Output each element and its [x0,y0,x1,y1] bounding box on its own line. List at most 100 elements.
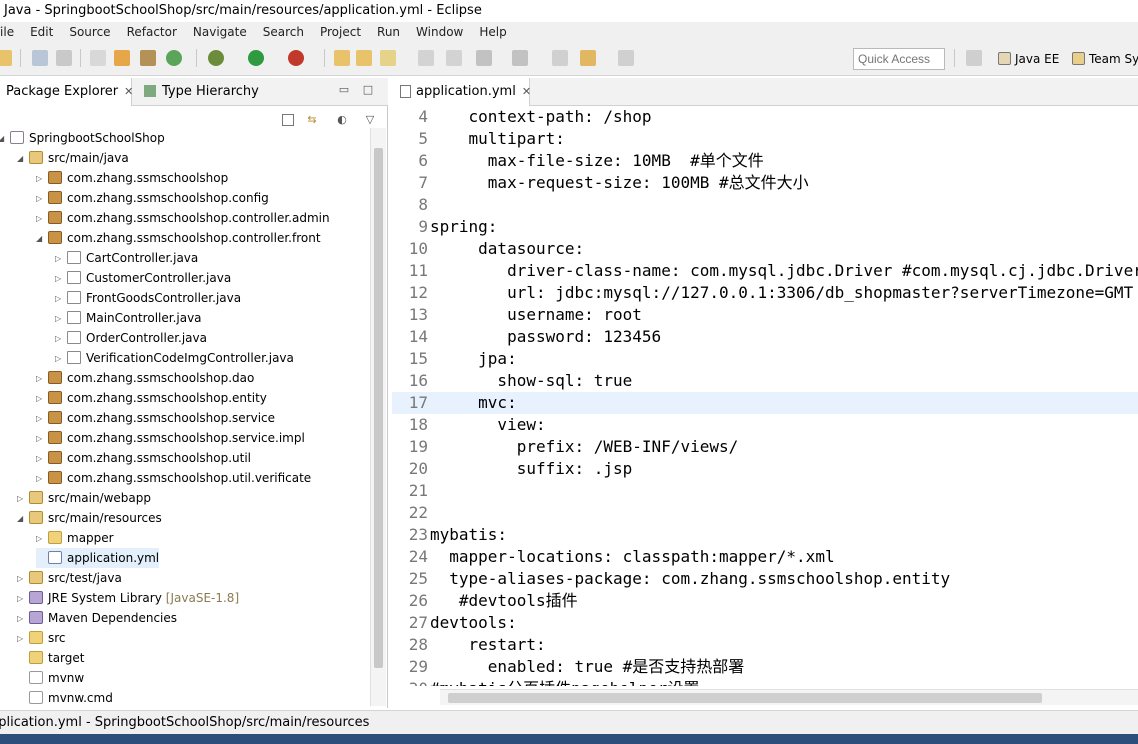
code-line[interactable]: 24 mapper-locations: classpath:mapper/*.… [392,546,1138,568]
code-line[interactable]: 25 type-aliases-package: com.zhang.ssmsc… [392,568,1138,590]
menu-project[interactable]: Project [320,22,361,42]
tree-item[interactable]: ▷ com.zhang.ssmschoolshop.service.impl [36,428,305,448]
collapsed-arrow-icon[interactable]: ▷ [36,529,48,549]
tree-item[interactable]: ◢ SpringbootSchoolShop [0,128,165,148]
tree-item[interactable]: ▷ com.zhang.ssmschoolshop.util [36,448,251,468]
code-line[interactable]: 4 context-path: /shop [392,106,1138,128]
code-line[interactable]: 29 enabled: true #是否支持热部署 [392,656,1138,678]
search-icon[interactable] [90,50,106,66]
tree-item[interactable]: ▷ com.zhang.ssmschoolshop.controller.admi… [36,208,330,228]
tree-item[interactable]: ▷ com.zhang.ssmschoolshop.dao [36,368,254,388]
collapsed-arrow-icon[interactable]: ▷ [55,249,67,269]
code-line[interactable]: 20 suffix: .jsp [392,458,1138,480]
tab-type-hierarchy[interactable]: Type Hierarchy [138,78,264,106]
code-line[interactable]: 6 max-file-size: 10MB #单个文件 [392,150,1138,172]
collapsed-arrow-icon[interactable]: ▷ [55,349,67,369]
tree-item[interactable]: mvnw.cmd [17,688,113,706]
tree-item[interactable]: ▷ src/test/java [17,568,122,588]
collapsed-arrow-icon[interactable]: ▷ [36,209,48,229]
tree-item[interactable]: ▷ com.zhang.ssmschoolshop.util.verificate [36,468,311,488]
tree-item[interactable]: application.yml [36,548,160,568]
perspective-team[interactable]: Team Sy [1072,51,1138,67]
code-line[interactable]: 23 mybatis: [392,524,1138,546]
view-menu-icon[interactable]: ▽ [364,114,376,126]
tree-item[interactable]: ▷ mapper [36,528,114,548]
server-icon[interactable] [140,50,156,66]
code-line[interactable]: 17 mvc: [392,392,1138,414]
quick-access-input[interactable] [853,48,945,70]
save-icon[interactable] [32,50,48,66]
collapsed-arrow-icon[interactable]: ▷ [17,589,29,609]
collapsed-arrow-icon[interactable]: ▷ [36,449,48,469]
maximize-icon[interactable]: □ [362,84,374,96]
code-line[interactable]: 5 multipart: [392,128,1138,150]
minimize-icon[interactable]: ▭ [338,84,350,96]
tree-item[interactable]: ▷ src/main/webapp [17,488,151,508]
collapsed-arrow-icon[interactable]: ▷ [36,189,48,209]
close-icon[interactable]: ✕ [522,85,531,98]
tree-item[interactable]: ▷ OrderController.java [55,328,207,348]
code-line[interactable]: 10 datasource: [392,238,1138,260]
collapsed-arrow-icon[interactable]: ▷ [55,289,67,309]
tree-item[interactable]: ▷ CustomerController.java [55,268,231,288]
code-line[interactable]: 22 [392,502,1138,524]
code-line[interactable]: 16 show-sql: true [392,370,1138,392]
menu-navigate[interactable]: Navigate [193,22,247,42]
menu-search[interactable]: Search [263,22,304,42]
prev-annotation-icon[interactable] [512,50,528,66]
collapsed-arrow-icon[interactable]: ▷ [17,609,29,629]
collapsed-arrow-icon[interactable]: ▷ [36,169,48,189]
tree-item[interactable]: ▷ JRE System Library [JavaSE-1.8] [17,588,239,608]
menu-file[interactable]: File [0,22,14,42]
collapsed-arrow-icon[interactable]: ▷ [55,269,67,289]
external-tools-icon[interactable] [288,50,304,66]
toggle-mark-icon[interactable] [446,50,462,66]
code-line[interactable]: 9 spring: [392,216,1138,238]
collapsed-arrow-icon[interactable]: ▷ [36,369,48,389]
code-line[interactable]: 14 password: 123456 [392,326,1138,348]
tree-item[interactable]: ▷ com.zhang.ssmschoolshop.config [36,188,269,208]
tree-item[interactable]: target [17,648,85,668]
collapsed-arrow-icon[interactable]: ▷ [36,409,48,429]
open-folder-icon[interactable] [334,50,350,66]
tree-item[interactable]: ◢ src/main/resources [17,508,162,528]
open-perspective-icon[interactable] [966,50,982,66]
code-line[interactable]: 27 devtools: [392,612,1138,634]
menu-source[interactable]: Source [69,22,110,42]
tree-item[interactable]: ▷ com.zhang.ssmschoolshop [36,168,228,188]
collapse-all-icon[interactable] [282,114,294,126]
print-icon[interactable] [56,50,72,66]
code-line[interactable]: 7 max-request-size: 100MB #总文件大小 [392,172,1138,194]
open-project-icon[interactable] [356,50,372,66]
next-annotation-icon[interactable] [476,50,492,66]
code-line[interactable]: 13 username: root [392,304,1138,326]
back-icon[interactable] [580,50,596,66]
tree-item[interactable]: mvnw [17,668,84,688]
close-icon[interactable]: ✕ [124,85,133,98]
expanded-arrow-icon[interactable]: ◢ [0,129,10,149]
debug-icon[interactable] [208,50,224,66]
collapsed-arrow-icon[interactable]: ▷ [17,629,29,649]
tab-application-yml[interactable]: application.yml ✕ [392,78,531,106]
refresh-icon[interactable] [166,50,182,66]
menu-edit[interactable]: Edit [30,22,53,42]
tree-item[interactable]: ▷ Maven Dependencies [17,608,177,628]
collapsed-arrow-icon[interactable]: ▷ [36,429,48,449]
code-editor[interactable]: 4 context-path: /shop 5 multipart: 6 max-f… [392,106,1138,686]
vertical-scrollbar[interactable] [370,128,386,706]
code-line[interactable]: 12 url: jdbc:mysql://127.0.0.1:3306/db_s… [392,282,1138,304]
collapsed-arrow-icon[interactable]: ▷ [36,469,48,489]
last-edit-icon[interactable] [552,50,568,66]
expanded-arrow-icon[interactable]: ◢ [17,149,29,169]
collapsed-arrow-icon[interactable]: ▷ [17,489,29,509]
code-line[interactable]: 28 restart: [392,634,1138,656]
tree-item[interactable]: ▷ VerificationCodeImgController.java [55,348,294,368]
forward-icon[interactable] [618,50,634,66]
horizontal-scrollbar[interactable] [440,689,1138,705]
menu-run[interactable]: Run [377,22,400,42]
tree-item[interactable]: ▷ FrontGoodsController.java [55,288,241,308]
collapsed-arrow-icon[interactable]: ▷ [17,569,29,589]
code-line[interactable]: 15 jpa: [392,348,1138,370]
collapsed-arrow-icon[interactable]: ▷ [36,389,48,409]
link-with-editor-icon[interactable]: ⇆ [306,114,318,126]
